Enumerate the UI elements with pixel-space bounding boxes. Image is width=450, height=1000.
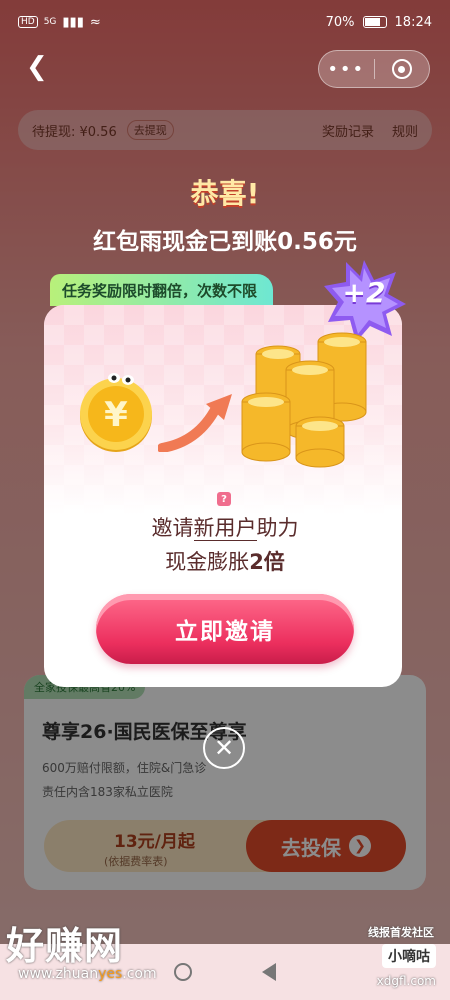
amount-line: 红包雨现金已到账0.56元 [93, 229, 357, 255]
more-icon[interactable]: ••• [319, 59, 374, 80]
invite-pre: 邀请 [151, 516, 194, 540]
invite-now-button[interactable]: 立即邀请 [96, 594, 354, 664]
watermark-right-url: xdgfl.com [376, 974, 436, 988]
signal-icon: ▮▮▮ [62, 14, 84, 30]
help-icon[interactable]: ? [217, 492, 231, 506]
close-icon[interactable]: ✕ [203, 727, 245, 769]
multiplier-text: 现金膨胀2倍 [0, 546, 450, 576]
system-back-icon[interactable] [262, 963, 276, 981]
star-badge-text: +2 [342, 276, 386, 309]
multiplier-value: 2倍 [249, 550, 285, 574]
hd-badge: HD [18, 16, 38, 28]
multiplier-pre: 现金膨胀 [165, 550, 250, 574]
coin-stack-icon [241, 332, 367, 468]
clock: 18:24 [394, 14, 432, 30]
invite-text: 邀请新用户助力 [0, 512, 450, 542]
congrats-title: 恭喜! [190, 177, 260, 210]
watermark-right-top: 线报首发社区 [368, 926, 434, 939]
watermark-right-logo: 小嘀咕 [382, 944, 436, 968]
svg-text:¥: ¥ [104, 395, 128, 435]
invite-post: 助力 [256, 516, 299, 540]
mini-program-capsule: ••• [318, 50, 430, 88]
watermark-brand: 好赚网 [6, 924, 124, 968]
home-icon[interactable] [174, 963, 192, 981]
invite-highlight: 新用户 [193, 516, 257, 541]
signal-label: 5G [43, 17, 57, 27]
watermark-url: www.zhuanyes.com [18, 966, 157, 982]
yuan-coin-icon: ¥ [80, 373, 152, 452]
battery-icon [362, 16, 387, 28]
back-icon[interactable]: ❮ [26, 52, 48, 82]
status-bar: HD 5G ▮▮▮ ≈ 70% 18:24 [0, 0, 450, 44]
growth-arrow-icon [158, 394, 232, 452]
close-program-icon[interactable] [375, 59, 430, 79]
wifi-icon: ≈ [89, 14, 101, 30]
reward-ribbon: 任务奖励限时翻倍，次数不限 [50, 274, 274, 306]
battery-percent: 70% [325, 14, 355, 30]
